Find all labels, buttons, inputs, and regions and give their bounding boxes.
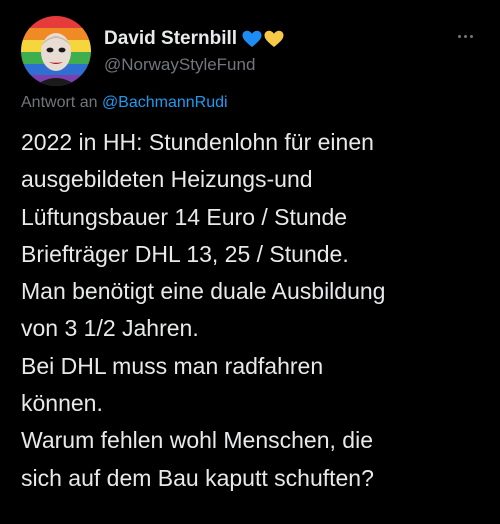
tweet-header: David Sternbill @NorwayStyleFund <box>104 26 284 75</box>
reply-prefix: Antwort an <box>21 94 98 111</box>
tweet-text-line: Bei DHL muss man radfahren <box>21 352 324 379</box>
blue-heart-icon <box>242 30 262 47</box>
avatar[interactable] <box>21 16 91 86</box>
more-options-icon[interactable] <box>453 28 477 44</box>
tweet-text-line: Man benötigt eine duale Ausbildung <box>21 278 386 305</box>
tweet-text-line: Warum fehlen wohl Menschen, die <box>21 427 373 454</box>
avatar-image <box>21 16 91 86</box>
display-name[interactable]: David Sternbill <box>104 28 237 50</box>
yellow-heart-icon <box>264 30 284 47</box>
reply-context: Antwort an @BachmannRudi <box>21 94 228 112</box>
reply-mention-link[interactable]: @BachmannRudi <box>102 94 228 111</box>
badge-group <box>242 30 284 48</box>
tweet-text-line: 2022 in HH: Stundenlohn für einen <box>21 129 374 155</box>
user-handle[interactable]: @NorwayStyleFund <box>104 55 284 75</box>
tweet-text-line: sich auf dem Bau kaputt schuften? <box>21 464 374 491</box>
tweet-text-line: Briefträger DHL 13, 25 / Stunde. <box>21 240 349 267</box>
tweet-text-line: von 3 1/2 Jahren. <box>21 315 199 342</box>
tweet-text-line: Lüftungsbauer 14 Euro / Stunde <box>21 203 348 230</box>
tweet-text-line: ausgebildeten Heizungs-und <box>21 166 313 193</box>
tweet: David Sternbill @NorwayStyleFund Antwort… <box>0 0 500 524</box>
tweet-text: 2022 in HH: Stundenlohn für einen ausgeb… <box>21 124 491 497</box>
name-row: David Sternbill <box>104 26 284 52</box>
tweet-text-line: können. <box>21 390 103 417</box>
